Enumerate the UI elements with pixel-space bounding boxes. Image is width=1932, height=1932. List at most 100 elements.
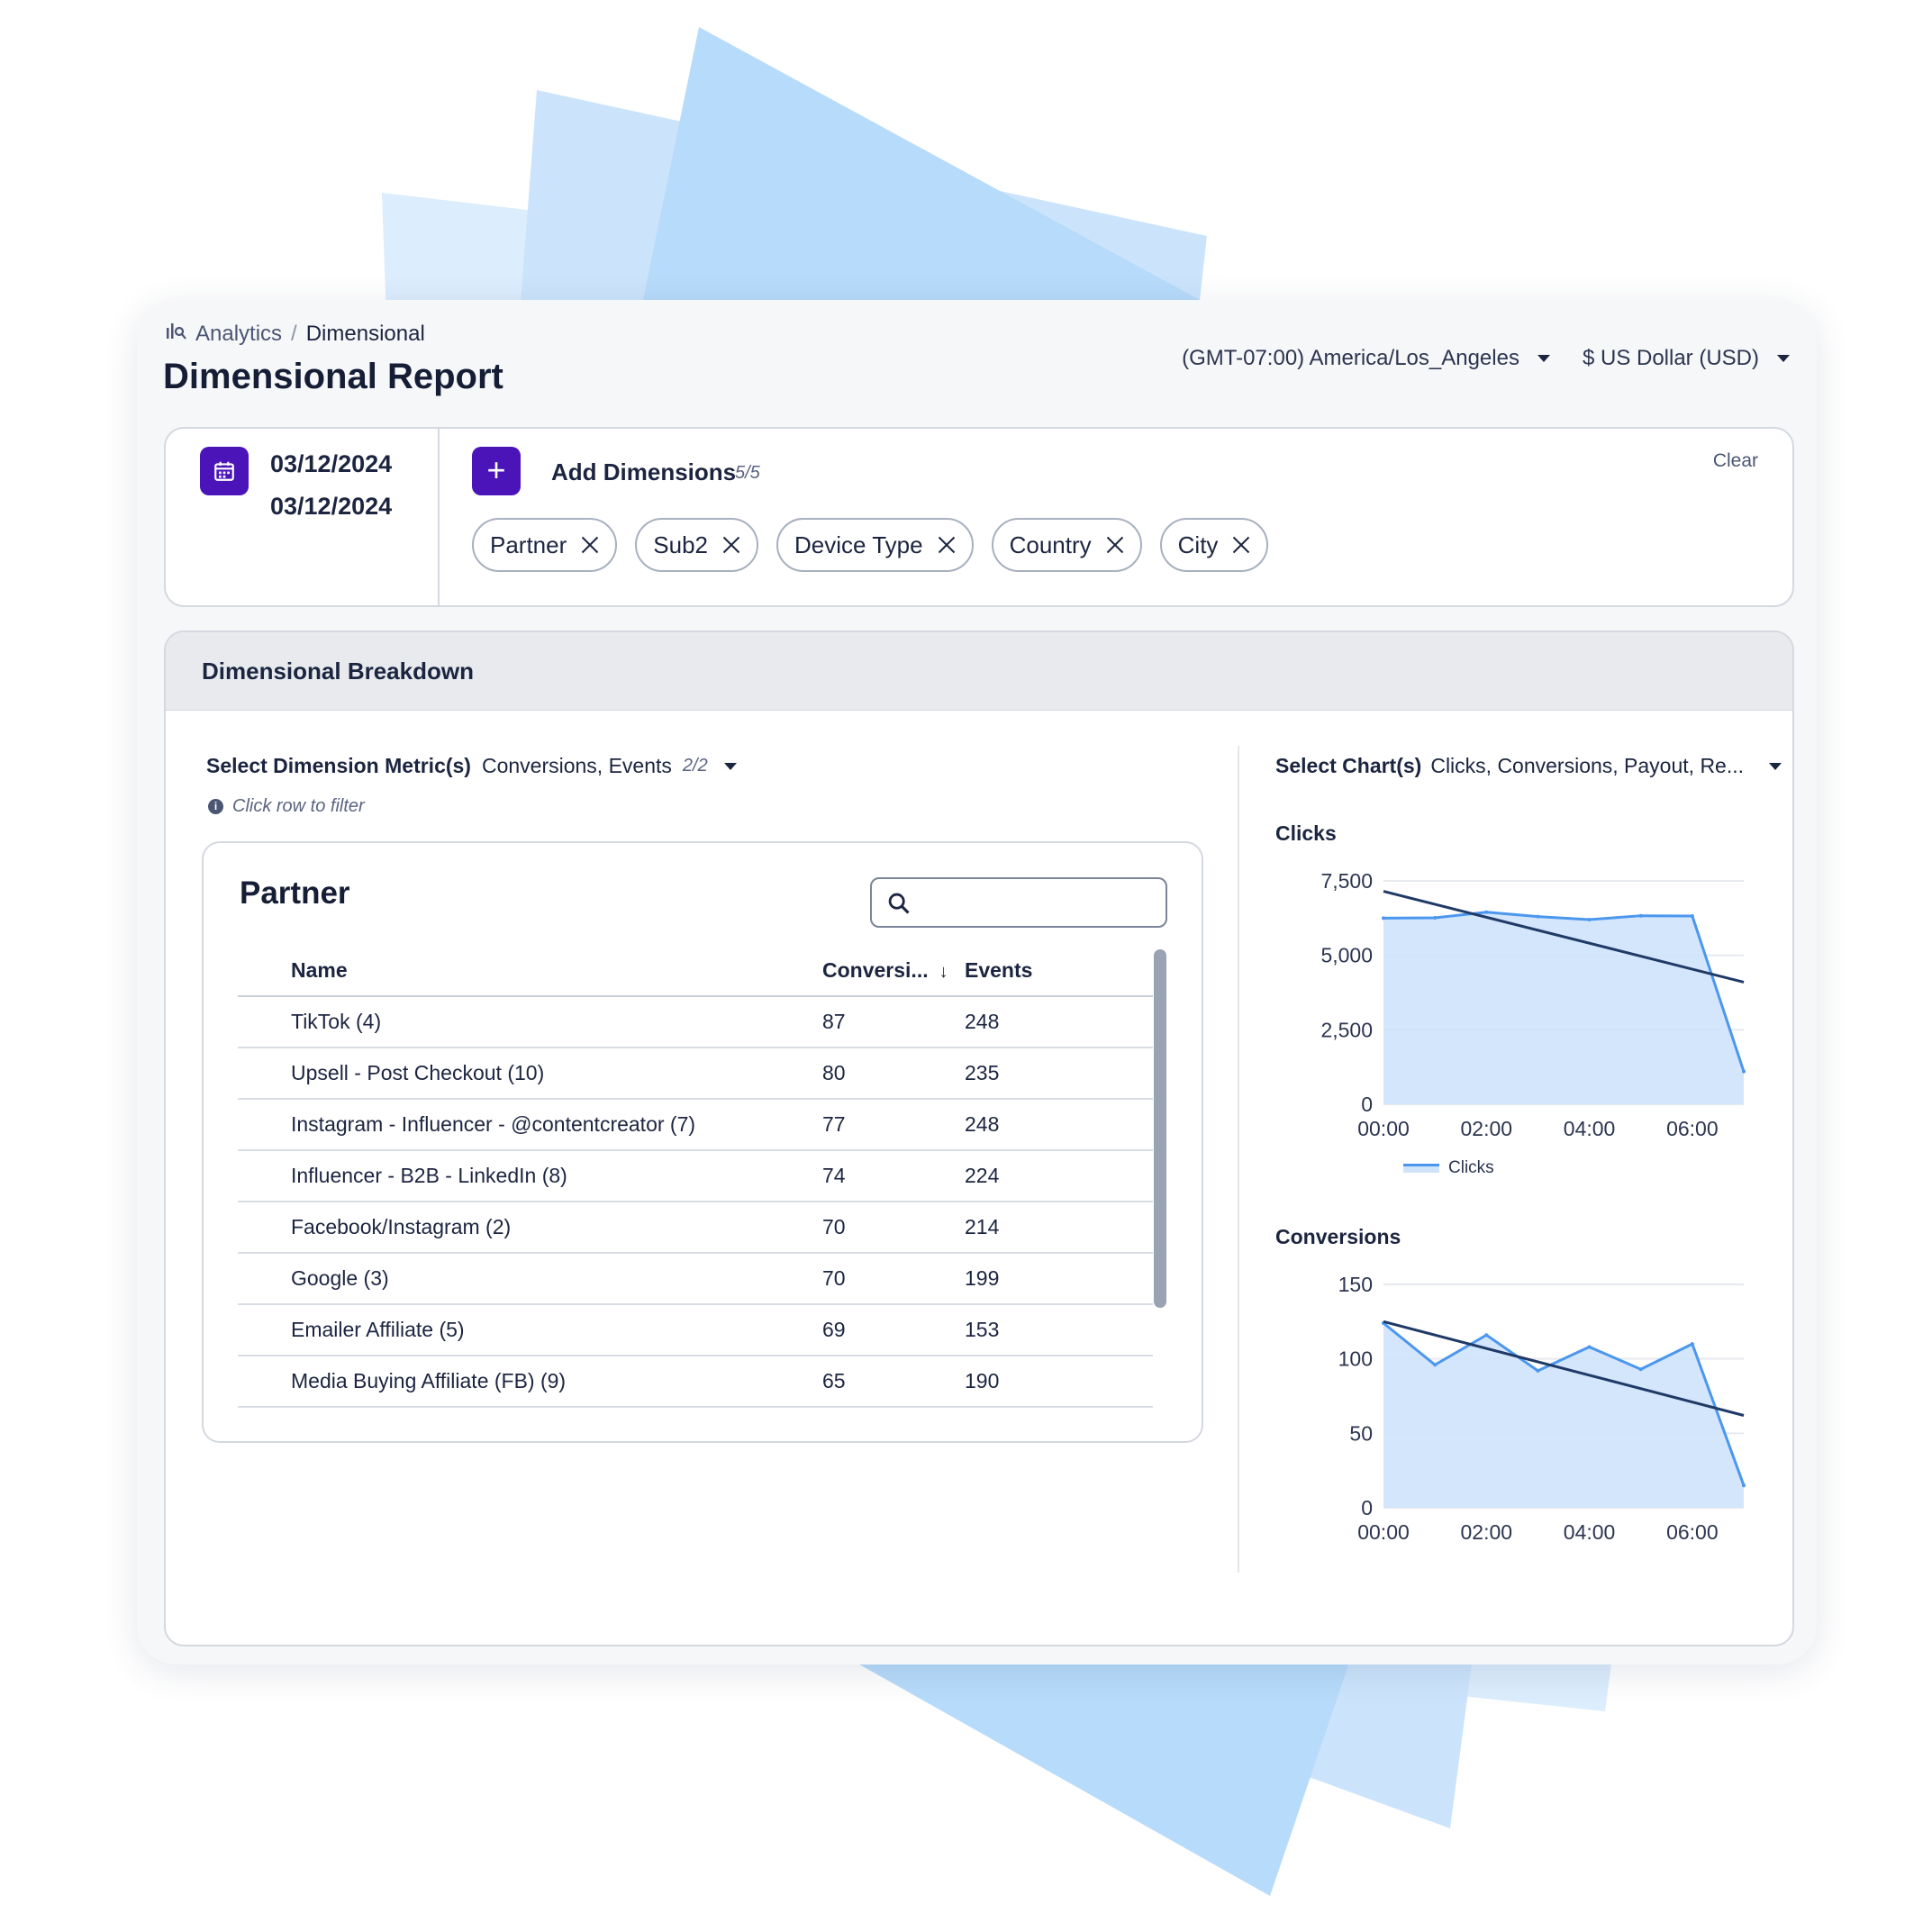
breakdown-title: Dimensional Breakdown [166,632,1792,711]
hint-text: Click row to filter [232,796,365,816]
chevron-down-icon [723,762,737,770]
info-icon: i [208,799,223,814]
cell-name: Instagram - Influencer - @contentcreator… [238,1099,822,1151]
table-row[interactable]: TikTok (4) 87 248 [238,996,1153,1048]
dimension-metric-select[interactable]: Select Dimension Metric(s) Conversions, … [206,754,737,778]
dimension-chips: Partner Sub2 Device Type Country City [472,518,1269,572]
x-tick-label: 00:00 [1357,1117,1410,1140]
add-dimension-button[interactable]: + [472,447,521,495]
close-icon[interactable] [581,536,599,554]
cell-conversions: 69 [822,1304,965,1356]
data-point [1536,914,1540,919]
y-tick-label: 5,000 [1320,944,1373,967]
dimension-chip[interactable]: Sub2 [635,518,758,572]
timezone-value: (GMT-07:00) America/Los_Angeles [1182,346,1519,370]
series-area [1383,912,1744,1104]
chart-legend: Clicks [1403,1158,1494,1178]
data-point [1742,1483,1746,1488]
legend-swatch [1403,1164,1439,1173]
cell-name: Influencer - B2B - LinkedIn (8) [238,1150,822,1202]
chart-select-label: Select Chart(s) [1275,754,1422,777]
cell-events: 153 [965,1304,1153,1356]
cell-name: Upsell - Post Checkout (10) [238,1048,822,1100]
cell-events: 190 [965,1356,1153,1408]
table-row[interactable]: Instagram - Influencer - @contentcreator… [238,1099,1153,1151]
calendar-button[interactable] [200,447,249,495]
filter-panel: 03/12/2024 03/12/2024 + Add Dimensions 5… [164,427,1794,607]
dimension-chip[interactable]: Device Type [776,518,974,572]
data-point [1433,916,1438,921]
dimension-chip[interactable]: Partner [472,518,618,572]
close-icon[interactable] [938,536,956,554]
table-scrollbar[interactable] [1154,949,1166,1308]
data-point [1433,1363,1438,1367]
date-range-picker[interactable]: 03/12/2024 03/12/2024 [166,429,440,605]
cell-events: 214 [965,1202,1153,1254]
x-tick-label: 02:00 [1461,1520,1513,1544]
header-selectors: (GMT-07:00) America/Los_Angeles $ US Dol… [1182,346,1790,371]
chevron-down-icon [1777,355,1790,362]
data-point [1382,916,1385,921]
y-tick-label: 0 [1361,1093,1373,1116]
close-icon[interactable] [1106,536,1124,554]
x-tick-label: 04:00 [1564,1520,1616,1544]
analytics-icon [165,321,186,349]
legend-label: Clicks [1448,1158,1494,1177]
table-row[interactable]: Influencer - B2B - LinkedIn (8) 74 224 [238,1150,1153,1202]
breadcrumb: Analytics / Dimensional [165,321,425,348]
cell-conversions: 65 [822,1356,965,1408]
chart-select[interactable]: Select Chart(s) Clicks, Conversions, Pay… [1275,754,1782,778]
timezone-select[interactable]: (GMT-07:00) America/Los_Angeles [1182,346,1550,371]
calendar-icon [214,461,234,481]
y-tick-label: 100 [1338,1347,1373,1371]
chevron-down-icon [1769,762,1782,770]
table-row[interactable]: Upsell - Post Checkout (10) 80 235 [238,1048,1153,1100]
chip-label: Device Type [794,531,923,558]
breadcrumb-separator: / [291,322,297,346]
cell-events: 224 [965,1150,1153,1202]
cell-events: 248 [965,996,1153,1048]
table-row[interactable]: Google (3) 70 199 [238,1253,1153,1305]
x-tick-label: 00:00 [1357,1520,1410,1544]
y-tick-label: 0 [1361,1496,1373,1519]
cell-events: 235 [965,1048,1153,1100]
clicks-chart-title: Clicks [1275,821,1337,845]
dimension-chip[interactable]: Country [991,518,1142,572]
panel-divider [1238,746,1239,1573]
data-point [1690,914,1694,919]
cell-events: 248 [965,1099,1153,1151]
clear-button[interactable]: Clear [1713,450,1758,472]
search-input[interactable] [922,886,1160,921]
currency-select[interactable]: $ US Dollar (USD) [1583,346,1790,371]
data-point [1638,913,1643,918]
table-row[interactable]: Emailer Affiliate (5) 69 153 [238,1304,1153,1356]
plus-icon: + [486,451,506,488]
metric-select-value: Conversions, Events [481,754,672,777]
end-date: 03/12/2024 [270,493,393,520]
data-point [1484,1333,1489,1338]
column-header-conversions[interactable]: Conversi... ↓ [822,946,965,997]
currency-value: $ US Dollar (USD) [1582,346,1759,370]
table-search[interactable] [870,877,1167,928]
table-row[interactable]: Media Buying Affiliate (FB) (9) 65 190 [238,1356,1153,1408]
series-area [1383,1322,1744,1508]
cell-name: Emailer Affiliate (5) [238,1304,822,1356]
partner-table: Name Conversi... ↓ Events TikTok (4) 87 248… [238,946,1153,1408]
data-point [1587,1345,1592,1349]
sort-desc-icon[interactable]: ↓ [939,962,948,983]
dimension-count: 5/5 [735,463,760,483]
column-header-events[interactable]: Events [965,946,1153,997]
table-row[interactable]: Facebook/Instagram (2) 70 214 [238,1202,1153,1254]
chip-label: Sub2 [653,531,708,558]
cell-name: Facebook/Instagram (2) [238,1202,822,1254]
metric-count: 2/2 [682,756,708,776]
close-icon[interactable] [722,536,740,554]
x-tick-label: 06:00 [1666,1117,1719,1140]
breadcrumb-analytics[interactable]: Analytics [195,322,282,347]
column-header-name[interactable]: Name [238,946,822,997]
x-tick-label: 04:00 [1564,1117,1616,1140]
dimension-chip[interactable]: City [1159,518,1269,572]
close-icon[interactable] [1232,536,1250,554]
cell-conversions: 70 [822,1253,965,1305]
cell-events: 199 [965,1253,1153,1305]
